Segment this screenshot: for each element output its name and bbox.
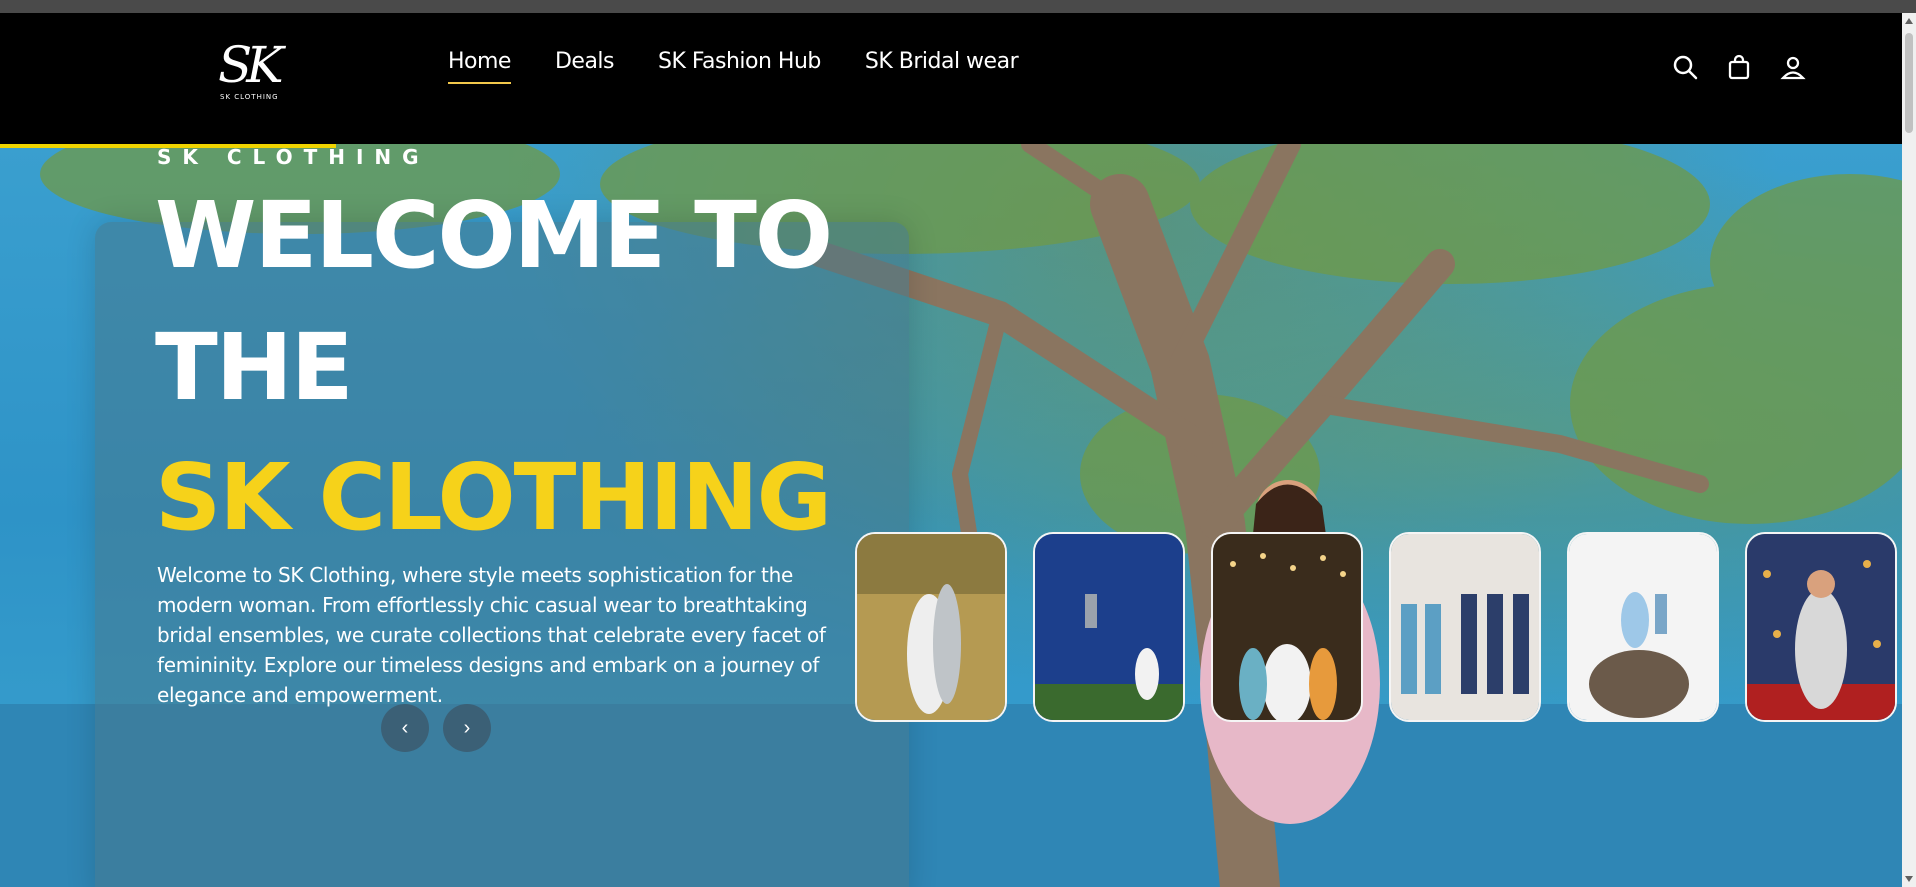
nav-home[interactable]: Home xyxy=(448,49,511,84)
hero-eyebrow: SK CLOTHING xyxy=(157,145,430,169)
search-icon[interactable] xyxy=(1671,53,1699,81)
shopping-bag-icon[interactable] xyxy=(1725,53,1753,81)
thumbnail-group-lights[interactable] xyxy=(1211,532,1363,722)
scroll-down-arrow-icon[interactable] xyxy=(1905,876,1913,882)
hero-title-line1: WELCOME TO xyxy=(155,182,833,289)
page-scrollbar[interactable] xyxy=(1902,13,1916,887)
scroll-up-arrow-icon[interactable] xyxy=(1905,18,1913,24)
hero-title-line2: THE xyxy=(155,314,354,421)
logo-subtext: SK CLOTHING xyxy=(220,93,279,101)
site-header: SK SK CLOTHING Home Deals SK Fashion Hub… xyxy=(0,13,1902,144)
carousel-thumbnails xyxy=(855,532,1897,722)
main-nav: Home Deals SK Fashion Hub SK Bridal wear xyxy=(448,49,1019,84)
thumbnail-bridal-party[interactable] xyxy=(1389,532,1541,722)
user-icon[interactable] xyxy=(1779,53,1807,81)
logo-mark: SK xyxy=(218,36,284,94)
thumbnail-couple-field[interactable] xyxy=(855,532,1007,722)
carousel-next-button[interactable]: › xyxy=(443,704,491,752)
thumbnail-woman-silver-dress[interactable] xyxy=(1745,532,1897,722)
carousel-prev-button[interactable]: ‹ xyxy=(381,704,429,752)
nav-sk-fashion-hub[interactable]: SK Fashion Hub xyxy=(658,49,821,84)
header-icons xyxy=(1671,53,1807,81)
thumbnail-couple-elephant[interactable] xyxy=(1567,532,1719,722)
brand-logo[interactable]: SK SK CLOTHING xyxy=(218,35,304,115)
nav-sk-bridal-wear[interactable]: SK Bridal wear xyxy=(865,49,1019,84)
nav-deals[interactable]: Deals xyxy=(555,49,615,84)
thumbnail-couple-sky[interactable] xyxy=(1033,532,1185,722)
hero-title-line3: SK CLOTHING xyxy=(155,444,832,551)
scrollbar-thumb[interactable] xyxy=(1905,33,1913,133)
hero-intro-text: Welcome to SK Clothing, where style meet… xyxy=(157,563,826,707)
browser-top-strip xyxy=(0,0,1916,13)
